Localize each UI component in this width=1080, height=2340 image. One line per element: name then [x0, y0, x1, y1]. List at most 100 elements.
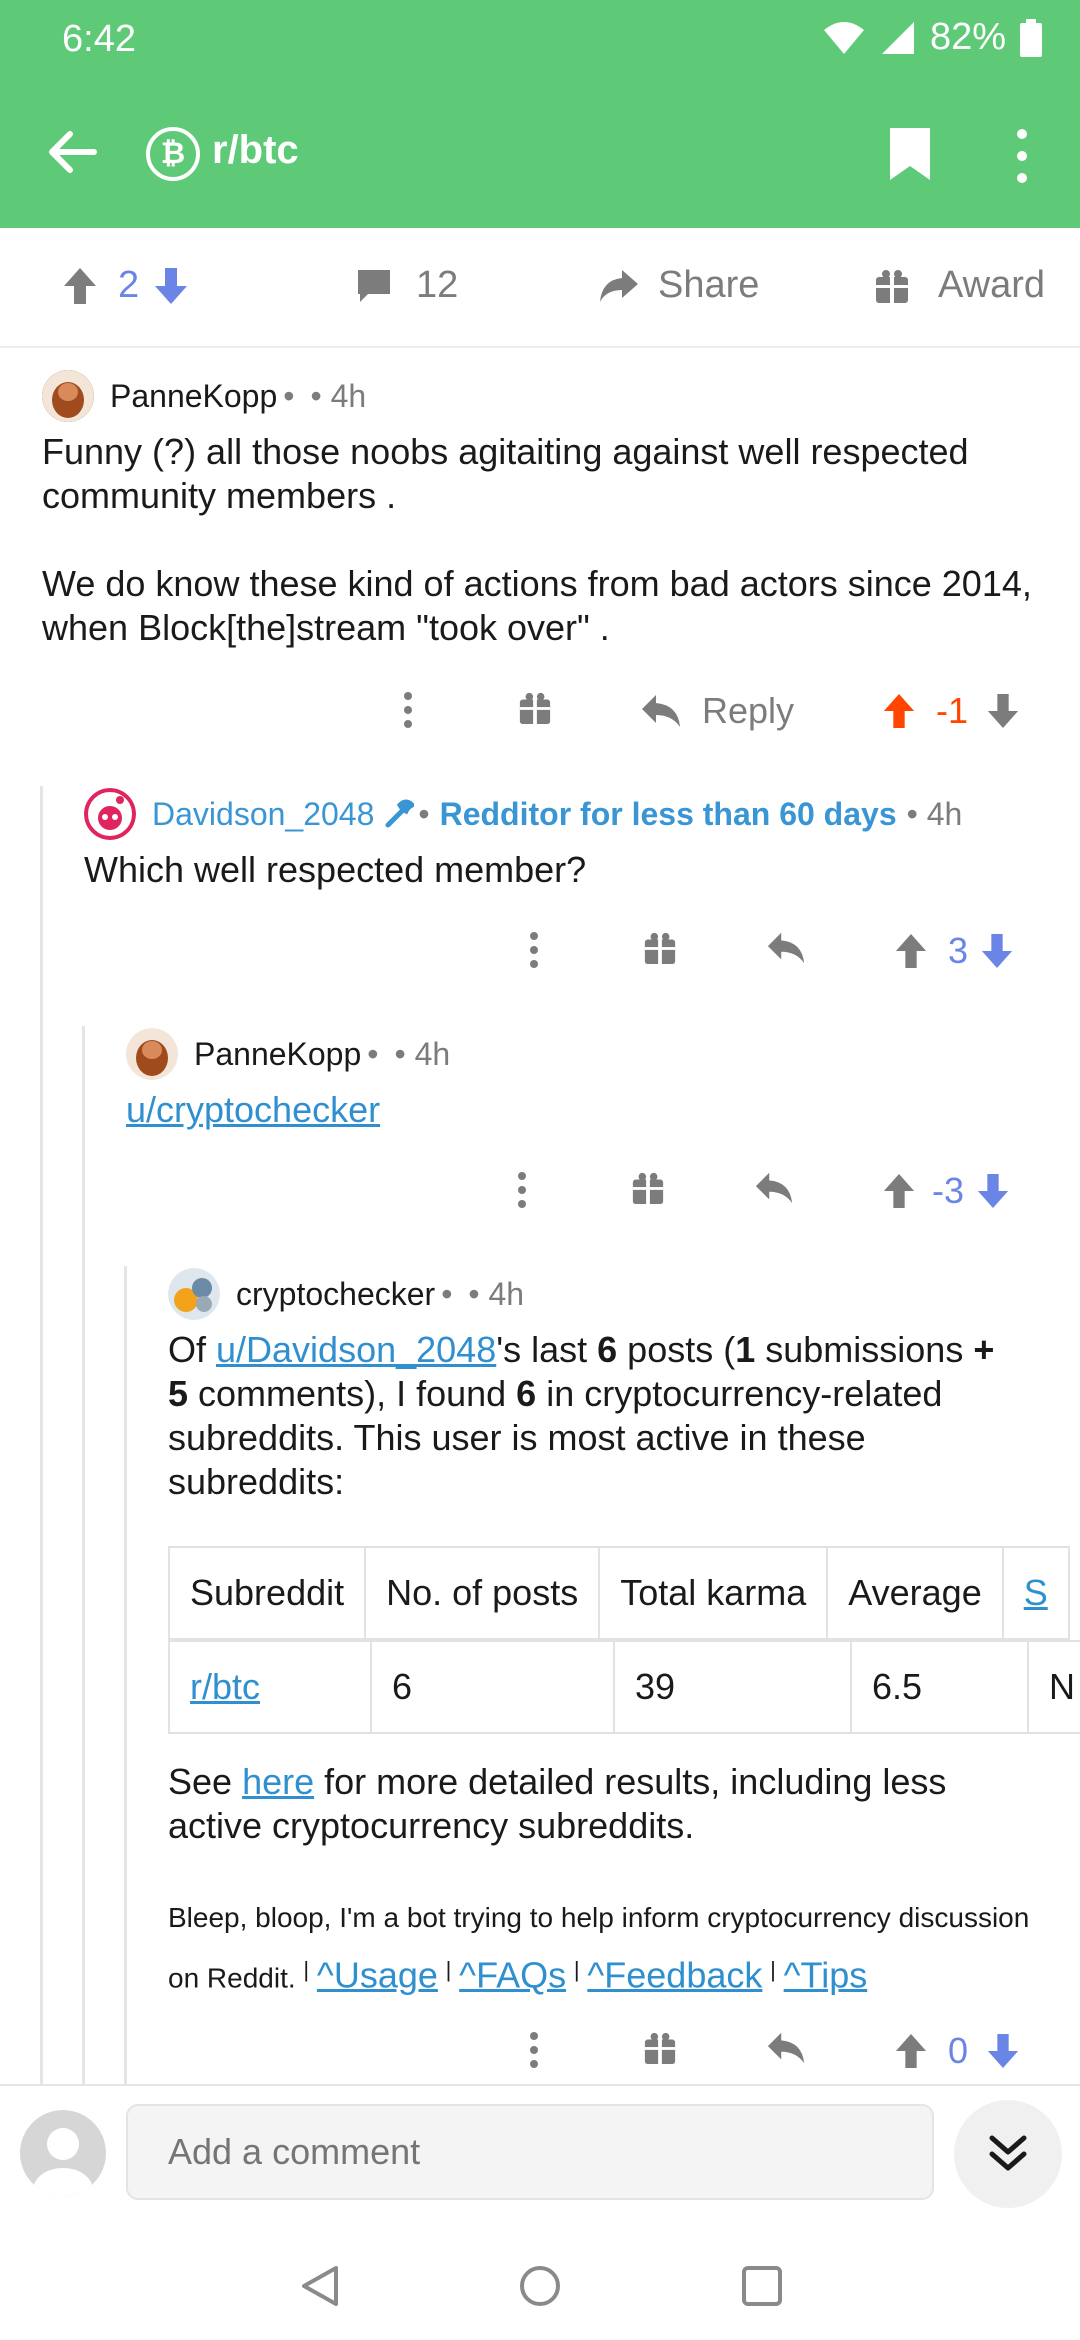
avatar[interactable] — [84, 788, 136, 840]
upvote-icon[interactable] — [62, 266, 98, 306]
reply-button[interactable] — [754, 1170, 794, 1206]
reply-button[interactable]: Reply — [640, 690, 794, 732]
reply-button[interactable] — [766, 930, 806, 966]
bookmark-icon[interactable] — [888, 126, 932, 182]
nav-recents-icon[interactable] — [740, 2264, 784, 2308]
avatar[interactable] — [126, 1028, 178, 1080]
more-options-button[interactable] — [400, 690, 416, 730]
comment-author[interactable]: cryptochecker — [236, 1276, 435, 1313]
award-button[interactable] — [643, 930, 677, 966]
bold-number: 1 — [735, 1329, 756, 1370]
downvote-icon[interactable] — [153, 266, 189, 306]
user-avatar[interactable] — [20, 2110, 106, 2196]
bot-footer: Bleep, bloop, I'm a bot trying to help i… — [168, 1892, 1068, 2004]
more-options-button[interactable] — [514, 1170, 530, 1210]
table-header-row: Subreddit No. of posts Total karma Avera… — [168, 1546, 1070, 1640]
award-button[interactable] — [643, 2030, 677, 2066]
share-button[interactable]: Share — [596, 264, 759, 307]
add-comment-input[interactable] — [126, 2104, 934, 2200]
comment-time: • 4h — [906, 795, 963, 832]
tips-link[interactable]: ^Tips — [784, 1954, 868, 1995]
upvote-icon[interactable] — [894, 932, 928, 970]
nav-home-icon[interactable] — [518, 2264, 562, 2308]
reply-button[interactable] — [766, 2030, 806, 2066]
toolbar: ₿ r/btc — [0, 80, 1080, 228]
downvote-icon[interactable] — [986, 2032, 1020, 2070]
app-header: 6:42 82% ₿ r/btc — [0, 0, 1080, 228]
back-arrow-icon[interactable] — [44, 124, 100, 180]
pipe-separator: | — [573, 1957, 580, 1982]
reply-arrow-icon — [642, 695, 680, 727]
more-options-button[interactable] — [526, 2030, 542, 2070]
text-span: posts ( — [617, 1329, 736, 1370]
gift-icon — [876, 269, 908, 303]
comment-author[interactable]: Davidson_2048 — [152, 796, 374, 833]
downvote-icon[interactable] — [980, 932, 1014, 970]
gift-icon — [644, 932, 676, 965]
award-button[interactable] — [518, 690, 552, 726]
award-button[interactable]: Award — [874, 264, 1045, 307]
comment-header: PanneKopp • • 4h — [42, 368, 1052, 424]
comment-bubble-icon — [358, 269, 390, 302]
comment-body: u/cryptochecker — [126, 1088, 1046, 1132]
text-span: 's last — [496, 1329, 598, 1370]
table-viewport[interactable]: Subreddit No. of posts Total karma Avera… — [168, 1546, 1080, 1642]
downvote-icon[interactable] — [976, 1172, 1010, 1210]
table-header-cell[interactable]: S — [1001, 1546, 1070, 1640]
comment-author[interactable]: PanneKopp — [194, 1036, 361, 1073]
comment-author[interactable]: PanneKopp — [110, 378, 277, 415]
avatar[interactable] — [42, 370, 94, 422]
comment-time: • 4h — [394, 1035, 451, 1072]
battery-icon — [1020, 18, 1042, 57]
award-button[interactable] — [631, 1170, 665, 1206]
bold-number: 6 — [597, 1329, 618, 1370]
comment-header: PanneKopp • • 4h — [126, 1026, 1046, 1082]
comment-body: Of u/Davidson_2048's last 6 posts (1 sub… — [168, 1328, 1018, 1504]
system-nav-bar — [0, 2224, 1080, 2340]
subreddit-title[interactable]: r/btc — [212, 128, 299, 173]
more-options-button[interactable] — [526, 930, 542, 970]
comment-paragraph: We do know these kind of actions from ba… — [42, 563, 1032, 648]
user-link[interactable]: u/cryptochecker — [126, 1089, 380, 1130]
thread-line[interactable] — [124, 1266, 127, 2084]
table-cell: 6.5 — [850, 1640, 1029, 1734]
comment: Davidson_2048 • Redditor for less than 6… — [84, 786, 1044, 892]
more-results-text: See here for more detailed results, incl… — [168, 1760, 1018, 1848]
gift-icon — [519, 692, 551, 725]
subreddit-link[interactable]: r/btc — [190, 1666, 260, 1707]
usage-link[interactable]: ^Usage — [317, 1954, 438, 1995]
upvote-icon[interactable] — [894, 2032, 928, 2070]
comments-button[interactable]: 12 — [354, 264, 458, 307]
comment: PanneKopp • • 4h u/cryptochecker — [126, 1026, 1046, 1132]
comment-time: • 4h — [310, 377, 367, 414]
upvote-icon[interactable] — [882, 692, 916, 730]
stats-table: Subreddit No. of posts Total karma Avera… — [168, 1546, 1070, 1640]
upvote-icon[interactable] — [882, 1172, 916, 1210]
comment-actions: Reply -1 — [0, 690, 1080, 750]
nav-back-icon[interactable] — [298, 2264, 342, 2308]
author-separator: • — [418, 795, 430, 832]
subreddit-icon[interactable]: ₿ — [146, 127, 200, 181]
feedback-link[interactable]: ^Feedback — [587, 1954, 762, 1995]
here-link[interactable]: here — [242, 1761, 314, 1802]
comment-header: Davidson_2048 • Redditor for less than 6… — [84, 786, 1044, 842]
user-link[interactable]: u/Davidson_2048 — [216, 1329, 496, 1370]
comment-body: Funny (?) all those noobs agitaiting aga… — [42, 430, 1052, 650]
comment-score: -1 — [936, 690, 969, 731]
comment-header: cryptochecker • • 4h — [168, 1266, 1068, 1322]
table-cell: 6 — [370, 1640, 615, 1734]
post-action-bar: 2 12 Share Award — [0, 228, 1080, 348]
comment-paragraph: Funny (?) all those noobs agitaiting aga… — [42, 431, 969, 516]
comment-vote-group: 3 — [894, 930, 1014, 972]
table-cell: r/btc — [168, 1640, 372, 1734]
comment: cryptochecker • • 4h Of u/Davidson_2048'… — [168, 1266, 1068, 1504]
avatar[interactable] — [168, 1268, 220, 1320]
downvote-icon[interactable] — [986, 692, 1020, 730]
user-flair: Redditor for less than 60 days — [439, 795, 897, 832]
overflow-menu-icon[interactable] — [1006, 126, 1038, 186]
author-separator: • — [367, 1035, 379, 1072]
faqs-link[interactable]: ^FAQs — [459, 1954, 566, 1995]
comment-count: 12 — [416, 264, 459, 306]
jump-down-button[interactable] — [954, 2100, 1062, 2208]
table-viewport[interactable]: r/btc 6 39 6.5 N — [168, 1640, 1080, 1734]
